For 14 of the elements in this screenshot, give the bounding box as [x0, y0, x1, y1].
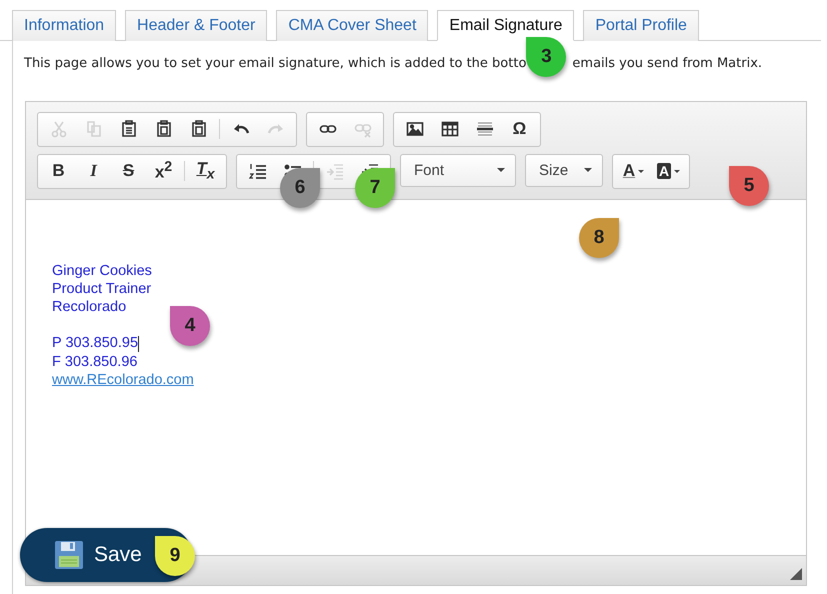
signature-line: Recolorado	[52, 298, 126, 316]
callout-tooltip: 7	[355, 168, 395, 208]
signature-line: F 303.850.96	[52, 352, 138, 372]
callout-tooltip: 5	[729, 166, 769, 206]
signature-line: Ginger Cookies	[52, 262, 152, 280]
description-text: emails you send from Matrix.	[572, 56, 762, 71]
callout-tooltip: 3	[526, 37, 566, 77]
callout-tooltip: 8	[579, 218, 619, 258]
callout-tooltip: 4	[170, 306, 210, 346]
description-text: This page allows you to set your email signature, which is added to the botto	[24, 56, 526, 71]
callout-tooltip: 9	[155, 536, 195, 576]
signature-line: Product Trainer	[52, 280, 152, 298]
callout-tooltip: 6	[280, 168, 320, 208]
signature-line: P 303.850.95	[52, 334, 138, 353]
